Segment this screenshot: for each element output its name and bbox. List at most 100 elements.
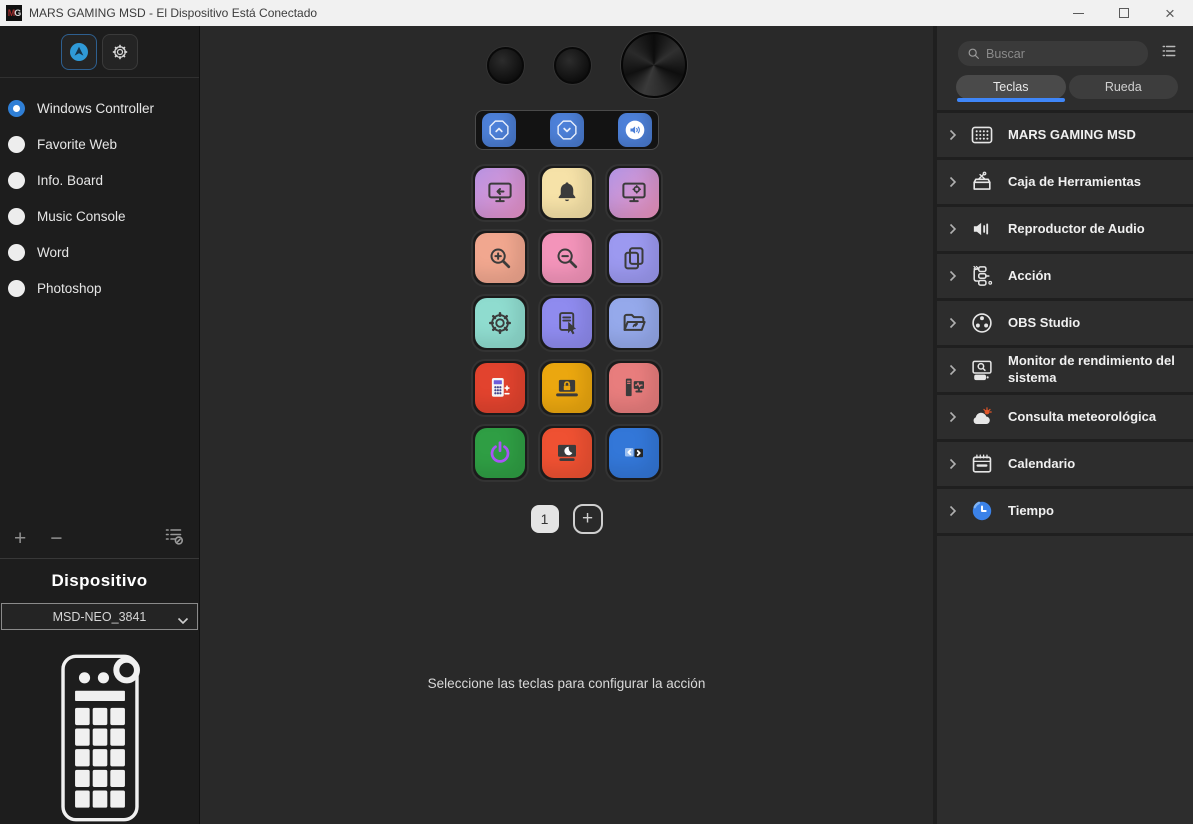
remove-profile-button[interactable]: −	[50, 528, 62, 549]
knob-button-2[interactable]	[554, 47, 591, 84]
edit-profiles-button[interactable]	[163, 525, 185, 552]
power-icon	[485, 438, 515, 468]
weather-icon	[969, 404, 995, 430]
radio-icon	[8, 208, 25, 225]
chevron-right-icon	[949, 270, 957, 282]
chevron-right-icon	[949, 223, 957, 235]
tab-rueda[interactable]: Rueda	[1069, 75, 1179, 99]
key-slot[interactable]	[471, 229, 529, 287]
key-slot[interactable]	[538, 164, 596, 222]
close-button[interactable]: ×	[1147, 0, 1193, 26]
profile-manager-icon	[163, 525, 185, 547]
profile-label: Word	[37, 245, 69, 260]
category-obs-studio[interactable]: OBS Studio	[937, 301, 1193, 348]
radio-icon	[8, 136, 25, 153]
zoom-in-icon	[485, 243, 515, 273]
radio-icon	[8, 172, 25, 189]
actions-panel: Teclas Rueda MARS GAMING MSD	[933, 26, 1193, 824]
minimize-button[interactable]	[1055, 0, 1101, 26]
device-section: Dispositivo MSD-NEO_3841	[0, 559, 199, 824]
category-caja-de-herramientas[interactable]: Caja de Herramientas	[937, 160, 1193, 207]
wheel-key-volume-up[interactable]	[482, 113, 516, 147]
wheel-key-mute[interactable]	[618, 113, 652, 147]
key-slot[interactable]	[538, 229, 596, 287]
profile-item-favorite-web[interactable]: Favorite Web	[8, 126, 199, 162]
volume-up-icon	[486, 117, 512, 143]
profile-item-windows-controller[interactable]: Windows Controller	[8, 90, 199, 126]
chevron-right-icon	[949, 129, 957, 141]
key-slot[interactable]	[538, 294, 596, 352]
key-slot[interactable]	[605, 359, 663, 417]
add-profile-button[interactable]: +	[14, 528, 26, 549]
category-tiempo[interactable]: Tiempo	[937, 489, 1193, 536]
volume-down-icon	[554, 117, 580, 143]
minimize-icon	[1073, 13, 1084, 14]
key-slot[interactable]	[538, 359, 596, 417]
key-slot[interactable]	[471, 294, 529, 352]
profile-label: Music Console	[37, 209, 126, 224]
device-dropdown-value: MSD-NEO_3841	[53, 610, 147, 624]
chevron-right-icon	[949, 411, 957, 423]
panel-tabs: Teclas Rueda	[937, 75, 1193, 99]
maximize-icon	[1119, 8, 1129, 18]
search-input[interactable]	[986, 47, 1136, 61]
chevron-right-icon	[949, 364, 957, 376]
audio-player-icon	[969, 216, 995, 242]
bell-icon	[552, 178, 582, 208]
category-consulta-meteorologica[interactable]: Consulta meteorológica	[937, 395, 1193, 442]
key-slot[interactable]	[605, 164, 663, 222]
key-slot[interactable]	[471, 164, 529, 222]
maximize-button[interactable]	[1101, 0, 1147, 26]
list-view-button[interactable]	[1160, 42, 1178, 65]
key-slot[interactable]	[471, 359, 529, 417]
monitor-undo-icon	[485, 178, 515, 208]
profile-item-info-board[interactable]: Info. Board	[8, 162, 199, 198]
chevron-right-icon	[949, 458, 957, 470]
key-slot[interactable]	[605, 294, 663, 352]
action-category-list: MARS GAMING MSD Caja de Herramientas	[937, 110, 1193, 536]
search-icon	[967, 47, 980, 60]
key-slot[interactable]	[471, 424, 529, 482]
hint-text: Seleccione las teclas para configurar la…	[200, 676, 933, 691]
sidebar: Windows Controller Favorite Web Info. Bo…	[0, 26, 200, 824]
category-calendario[interactable]: Calendario	[937, 442, 1193, 489]
window-title: MARS GAMING MSD - El Dispositivo Está Co…	[29, 6, 317, 20]
profile-item-music-console[interactable]: Music Console	[8, 198, 199, 234]
key-slot[interactable]	[605, 229, 663, 287]
add-page-button[interactable]: +	[573, 504, 603, 534]
wheel-key-volume-down[interactable]	[550, 113, 584, 147]
key-slot[interactable]	[605, 424, 663, 482]
key-slot[interactable]	[538, 424, 596, 482]
device-heading: Dispositivo	[51, 571, 147, 591]
chevron-right-icon	[949, 176, 957, 188]
category-mars-gaming-msd[interactable]: MARS GAMING MSD	[937, 113, 1193, 160]
device-dropdown[interactable]: MSD-NEO_3841	[1, 603, 198, 630]
key-grid	[471, 164, 663, 482]
settings-button[interactable]	[102, 34, 138, 70]
profile-label: Windows Controller	[37, 101, 154, 116]
radio-icon	[8, 244, 25, 261]
radio-selected-icon	[8, 100, 25, 117]
knob-row	[200, 30, 933, 100]
knob-button-1[interactable]	[487, 47, 524, 84]
category-accion[interactable]: Acción	[937, 254, 1193, 301]
obs-icon	[969, 310, 995, 336]
page-1-button[interactable]: 1	[531, 505, 559, 533]
calendar-icon	[969, 451, 995, 477]
toolbox-icon	[969, 169, 995, 195]
profile-item-photoshop[interactable]: Photoshop	[8, 270, 199, 306]
keypad-icon	[969, 122, 995, 148]
category-monitor-de-rendimiento[interactable]: Monitor de rendimiento del sistema	[937, 348, 1193, 395]
profile-list: Windows Controller Favorite Web Info. Bo…	[0, 78, 199, 306]
volume-knob[interactable]	[621, 32, 687, 98]
monitor-settings-icon	[619, 178, 649, 208]
category-reproductor-de-audio[interactable]: Reproductor de Audio	[937, 207, 1193, 254]
tab-teclas[interactable]: Teclas	[956, 75, 1066, 99]
search-box[interactable]	[958, 41, 1148, 66]
mars-logo-icon	[67, 40, 91, 64]
profile-label: Photoshop	[37, 281, 102, 296]
home-button[interactable]	[61, 34, 97, 70]
profile-item-word[interactable]: Word	[8, 234, 199, 270]
wheel-key-row	[475, 110, 659, 150]
close-icon: ×	[1165, 5, 1175, 22]
